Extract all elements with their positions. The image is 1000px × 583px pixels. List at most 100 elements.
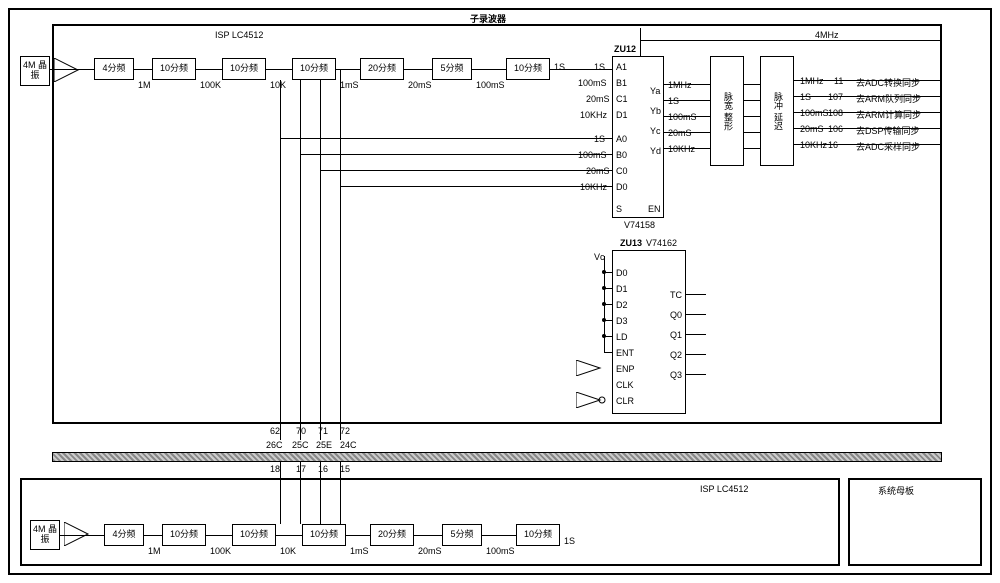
bus-top-2: 71 bbox=[318, 426, 328, 436]
bfreq-5: 100mS bbox=[486, 546, 515, 556]
out1-sig: 1S bbox=[800, 92, 811, 102]
sig-d0: 10KHz bbox=[580, 182, 607, 192]
bus-top-0: 62 bbox=[270, 426, 280, 436]
div-4: 20分频 bbox=[360, 58, 404, 80]
bdiv-5: 5分频 bbox=[442, 524, 482, 546]
freq-2: 10K bbox=[270, 80, 286, 90]
zu13-q0: Q0 bbox=[670, 310, 682, 320]
mux-c0: C0 bbox=[616, 166, 628, 176]
zu13-label: ZU13 bbox=[620, 238, 642, 248]
title-top: 子录波器 bbox=[470, 12, 506, 25]
crystal-block-2: 4M 晶振 bbox=[30, 520, 60, 550]
out1-pin: 107 bbox=[828, 92, 843, 102]
out4-dest: 去ADC采样同步 bbox=[856, 140, 920, 153]
out0-pin: 11 bbox=[834, 76, 843, 86]
freq-6: 1S bbox=[554, 62, 565, 72]
yv-20ms: 20mS bbox=[668, 128, 692, 138]
out0-sig: 1MHz bbox=[800, 76, 824, 86]
out2-pin: 108 bbox=[828, 108, 843, 118]
zu13-d1: D1 bbox=[616, 284, 628, 294]
mux-a1: A1 bbox=[616, 62, 627, 72]
mux-part: V74158 bbox=[624, 220, 655, 230]
out2-sig: 100mS bbox=[800, 108, 829, 118]
out3-sig: 20mS bbox=[800, 124, 824, 134]
zu13-q3: Q3 bbox=[670, 370, 682, 380]
yv-1s: 1S bbox=[668, 96, 679, 106]
zu13-vc: Vc bbox=[594, 252, 605, 262]
freq-3: 1mS bbox=[340, 80, 359, 90]
sig-a1: 1S bbox=[594, 62, 605, 72]
zu13-tc: TC bbox=[670, 290, 682, 300]
pulse-delay: 脉冲 延迟 bbox=[760, 56, 794, 166]
bdiv-0: 4分频 bbox=[104, 524, 144, 546]
bfreq-2: 10K bbox=[280, 546, 296, 556]
sig-d1: 10KHz bbox=[580, 110, 607, 120]
out4-sig: 10KHz bbox=[800, 140, 827, 150]
div-2: 10分频 bbox=[222, 58, 266, 80]
mux-yc: Yc bbox=[650, 126, 661, 136]
freq-5: 100mS bbox=[476, 80, 505, 90]
mux-b0: B0 bbox=[616, 150, 627, 160]
div-6: 10分频 bbox=[506, 58, 550, 80]
bfreq-4: 20mS bbox=[418, 546, 442, 556]
freq-0: 1M bbox=[138, 80, 151, 90]
out2-dest: 去ARM计算同步 bbox=[856, 108, 921, 121]
mux-a0: A0 bbox=[616, 134, 627, 144]
bdiv-3: 10分频 bbox=[302, 524, 346, 546]
div-3: 10分频 bbox=[292, 58, 336, 80]
div-0: 4分频 bbox=[94, 58, 134, 80]
out4-pin: 16 bbox=[828, 140, 838, 150]
out0-dest: 去ADC转换同步 bbox=[856, 76, 920, 89]
pulse-shape: 脉宽 整形 bbox=[710, 56, 744, 166]
zu13-d0: D0 bbox=[616, 268, 628, 278]
div-1: 10分频 bbox=[152, 58, 196, 80]
bfreq-6: 1S bbox=[564, 536, 575, 546]
mother-label: 系统母板 bbox=[878, 484, 914, 497]
bfreq-1: 100K bbox=[210, 546, 231, 556]
mux-ya: Ya bbox=[650, 86, 660, 96]
sig-b0: 100mS bbox=[578, 150, 607, 160]
mux-d0: D0 bbox=[616, 182, 628, 192]
mux-s: S bbox=[616, 204, 622, 214]
div-5: 5分频 bbox=[432, 58, 472, 80]
bus-bot-1: 17 bbox=[296, 464, 306, 474]
zu13-clk: CLK bbox=[616, 380, 634, 390]
bus-mid-0: 26C bbox=[266, 440, 283, 450]
sig-c0: 20mS bbox=[586, 166, 610, 176]
yv-1mhz: 1MHz bbox=[668, 80, 692, 90]
bus-mid-3: 24C bbox=[340, 440, 357, 450]
bfreq-3: 1mS bbox=[350, 546, 369, 556]
zu13-part: V74162 bbox=[646, 238, 677, 248]
freq-4: 20mS bbox=[408, 80, 432, 90]
bdiv-1: 10分频 bbox=[162, 524, 206, 546]
sig-a0: 1S bbox=[594, 134, 605, 144]
zu13-ent: ENT bbox=[616, 348, 634, 358]
bus-mid-2: 25E bbox=[316, 440, 332, 450]
yv-100ms: 100mS bbox=[668, 112, 697, 122]
yv-10khz: 10KHz bbox=[668, 144, 695, 154]
crystal-block: 4M 晶振 bbox=[20, 56, 50, 86]
isp-top-label: ISP LC4512 bbox=[215, 30, 263, 40]
out3-pin: 106 bbox=[828, 124, 843, 134]
mux-en: EN bbox=[648, 204, 661, 214]
bus-top-1: 70 bbox=[296, 426, 306, 436]
bus-mid-1: 25C bbox=[292, 440, 309, 450]
out3-dest: 去DSP传输同步 bbox=[856, 124, 920, 137]
bus-bot-0: 18 bbox=[270, 464, 280, 474]
mux-b1: B1 bbox=[616, 78, 627, 88]
mux-yb: Yb bbox=[650, 106, 661, 116]
bdiv-6: 10分频 bbox=[516, 524, 560, 546]
bfreq-0: 1M bbox=[148, 546, 161, 556]
zu13-clr: CLR bbox=[616, 396, 634, 406]
bdiv-4: 20分频 bbox=[370, 524, 414, 546]
zu13-ld: LD bbox=[616, 332, 628, 342]
zu13-q2: Q2 bbox=[670, 350, 682, 360]
zu13-d2: D2 bbox=[616, 300, 628, 310]
bus-bar bbox=[52, 452, 942, 462]
mux-d1: D1 bbox=[616, 110, 628, 120]
mux-yd: Yd bbox=[650, 146, 661, 156]
isp-bot-label: ISP LC4512 bbox=[700, 484, 748, 494]
mux-c1: C1 bbox=[616, 94, 628, 104]
bus-top-3: 72 bbox=[340, 426, 350, 436]
sig-b1: 100mS bbox=[578, 78, 607, 88]
